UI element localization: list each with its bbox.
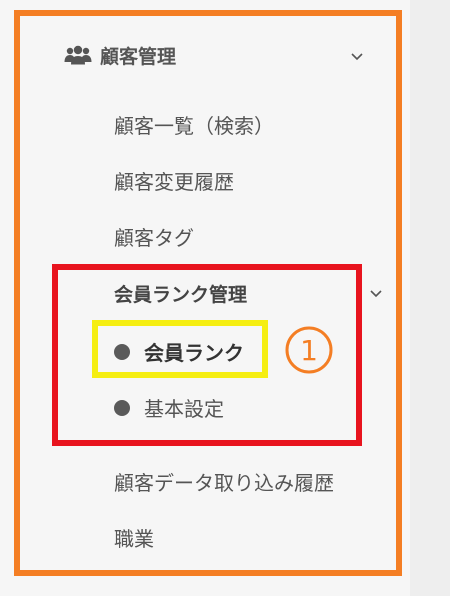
menu-item-customer-import-history[interactable]: 顧客データ取り込み履歴 (114, 467, 334, 496)
users-icon (64, 45, 92, 65)
menu-item-customer-list[interactable]: 顧客一覧（検索） (114, 110, 274, 139)
submenu-item-basic-settings[interactable]: 基本設定 (114, 393, 224, 422)
section-header-customer-management[interactable]: 顧客管理 (64, 40, 376, 70)
section-title: 顧客管理 (100, 45, 177, 68)
step-number-marker: 1 (285, 326, 333, 374)
bullet-dot-icon (114, 343, 130, 360)
submenu-item-label: 会員ランク (144, 341, 244, 365)
sidebar: 顧客管理 顧客一覧（検索） 顧客変更履歴 顧客タグ 会員ランク管理 会員ランク … (0, 0, 410, 596)
menu-item-occupation[interactable]: 職業 (114, 523, 154, 552)
bullet-dot-icon (114, 399, 130, 416)
menu-item-member-rank-management[interactable]: 会員ランク管理 (114, 280, 247, 307)
content-area-edge (410, 0, 450, 596)
submenu-item-member-rank[interactable]: 会員ランク (114, 337, 244, 366)
chevron-down-icon[interactable] (369, 288, 383, 298)
chevron-down-icon[interactable] (350, 51, 364, 61)
submenu-item-label: 基本設定 (144, 397, 224, 421)
step-number-text: 1 (300, 334, 318, 367)
menu-item-customer-change-history[interactable]: 顧客変更履歴 (114, 166, 234, 195)
menu-item-customer-tags[interactable]: 顧客タグ (114, 222, 194, 251)
